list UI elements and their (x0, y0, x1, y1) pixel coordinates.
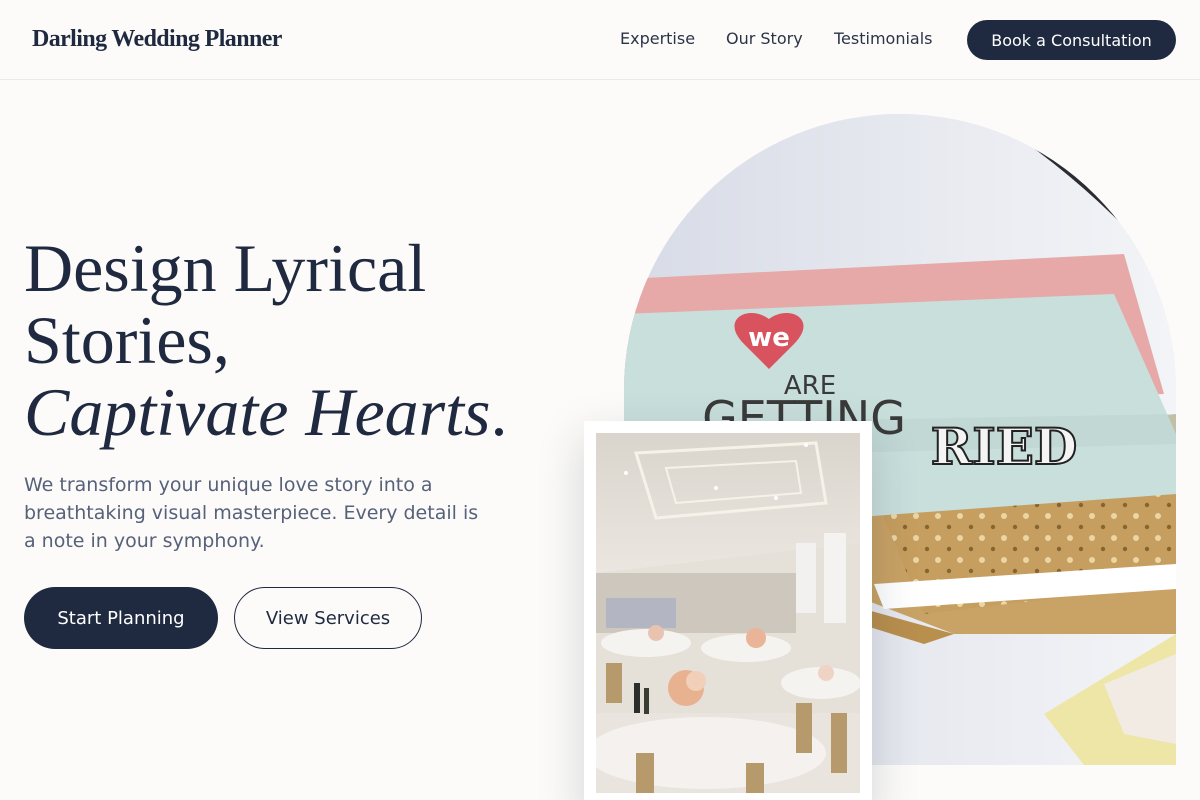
top-navbar: Darling Wedding Planner Expertise Our St… (0, 0, 1200, 80)
card-line-ried: RIED (931, 417, 1077, 476)
banquet-photo-frame (584, 421, 872, 800)
hero-subtitle: We transform your unique love story into… (24, 474, 479, 552)
hero-title-line-3: Captivate Hearts. (24, 376, 604, 448)
hero-title-italic: Captivate Hearts (24, 374, 491, 450)
hero-title-line-2: Stories, (24, 302, 230, 378)
book-consultation-button[interactable]: Book a Consultation (967, 20, 1176, 60)
start-planning-button[interactable]: Start Planning (24, 587, 218, 649)
nav-link-our-story[interactable]: Our Story (726, 29, 803, 48)
view-services-button[interactable]: View Services (234, 587, 422, 649)
hero-title-period: . (490, 374, 508, 450)
nav-link-testimonials[interactable]: Testimonials (834, 29, 933, 48)
hero-title: Design Lyrical Stories, Captivate Hearts… (24, 232, 604, 448)
banquet-illustration (596, 433, 860, 793)
banquet-hall-photo (596, 433, 860, 793)
hero-title-line-1: Design Lyrical (24, 230, 427, 306)
brand-logo[interactable]: Darling Wedding Planner (32, 26, 282, 53)
nav-link-expertise[interactable]: Expertise (620, 29, 695, 48)
card-heart-text: we (748, 323, 790, 353)
